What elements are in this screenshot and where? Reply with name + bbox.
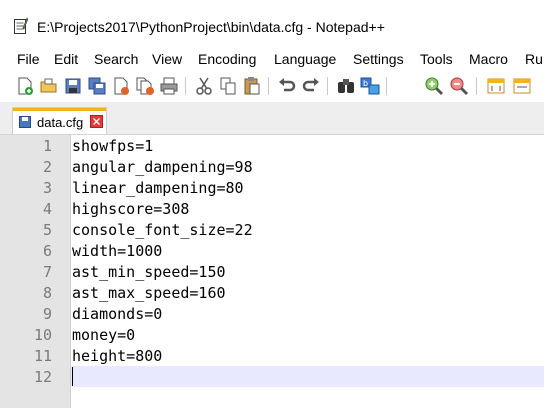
menu-edit[interactable]: Edit [54,51,78,67]
close-icon[interactable] [111,76,131,96]
menu-search[interactable]: Search [94,51,138,67]
code-line[interactable]: console_font_size=22 [72,221,253,239]
sync-horizontal-icon[interactable] [512,76,532,96]
line-number: 10 [33,326,52,344]
zoom-out-icon[interactable] [449,76,469,96]
code-line[interactable]: diamonds=0 [72,305,162,323]
menu-run[interactable]: Ru [525,51,543,67]
paste-icon[interactable] [242,76,262,96]
menu-view[interactable]: View [152,51,182,67]
line-number: 11 [33,347,52,365]
menu-settings[interactable]: Settings [353,51,404,67]
code-line[interactable]: highscore=308 [72,200,189,218]
current-line-highlight [71,366,544,387]
line-number: 6 [42,242,52,260]
text-caret [72,367,73,386]
editor-area[interactable]: 1 2 3 4 5 6 7 8 9 10 11 12 showfps=1 ang… [0,135,544,408]
tab-active-indicator [13,108,106,111]
tab-data-cfg[interactable]: data.cfg [12,107,107,134]
svg-text:b: b [363,79,368,88]
line-number: 4 [42,200,52,218]
line-number: 9 [42,305,52,323]
menu-file[interactable]: File [17,51,40,67]
close-all-icon[interactable] [135,76,155,96]
menu-macro[interactable]: Macro [469,51,508,67]
code-line[interactable]: height=800 [72,347,162,365]
tab-label: data.cfg [37,115,84,130]
code-line[interactable]: width=1000 [72,242,162,260]
redo-icon[interactable] [301,76,321,96]
code-line[interactable]: ast_min_speed=150 [72,263,226,281]
menu-language[interactable]: Language [274,51,336,67]
replace-icon[interactable]: b [360,76,380,96]
tab-close-icon[interactable] [90,115,103,128]
title-bar: E:\Projects2017\PythonProject\bin\data.c… [0,0,544,46]
open-file-icon[interactable] [39,76,59,96]
find-icon[interactable] [336,76,356,96]
menu-encoding[interactable]: Encoding [198,51,256,67]
print-icon[interactable] [159,76,179,96]
sync-vertical-icon[interactable] [486,76,506,96]
menu-tools[interactable]: Tools [420,51,453,67]
copy-icon[interactable] [218,76,238,96]
code-line[interactable]: showfps=1 [72,137,153,155]
code-line[interactable]: angular_dampening=98 [72,158,253,176]
menu-bar: File Edit Search View Encoding Language … [0,46,544,72]
line-number: 2 [42,158,52,176]
code-line[interactable]: money=0 [72,326,135,344]
toolbar: b [0,72,544,102]
toolbar-separator [476,77,477,95]
toolbar-separator [268,77,269,95]
notepadpp-app-icon [14,17,28,34]
toolbar-separator [327,77,328,95]
line-number-gutter: 1 2 3 4 5 6 7 8 9 10 11 12 [0,135,71,408]
line-number: 1 [42,137,52,155]
code-line[interactable]: linear_dampening=80 [72,179,244,197]
toolbar-separator [386,77,387,95]
code-line[interactable]: ast_max_speed=160 [72,284,226,302]
undo-icon[interactable] [277,76,297,96]
toolbar-separator [185,77,186,95]
line-number: 8 [42,284,52,302]
cut-icon[interactable] [194,76,214,96]
line-number: 5 [42,221,52,239]
window-title: E:\Projects2017\PythonProject\bin\data.c… [37,19,385,35]
save-all-icon[interactable] [87,76,107,96]
line-number: 12 [33,368,52,386]
tab-bar: data.cfg [0,102,544,135]
saved-file-icon [19,116,31,128]
save-icon[interactable] [63,76,83,96]
zoom-in-icon[interactable] [424,76,444,96]
line-number: 7 [42,263,52,281]
new-file-icon[interactable] [15,76,35,96]
line-number: 3 [42,179,52,197]
